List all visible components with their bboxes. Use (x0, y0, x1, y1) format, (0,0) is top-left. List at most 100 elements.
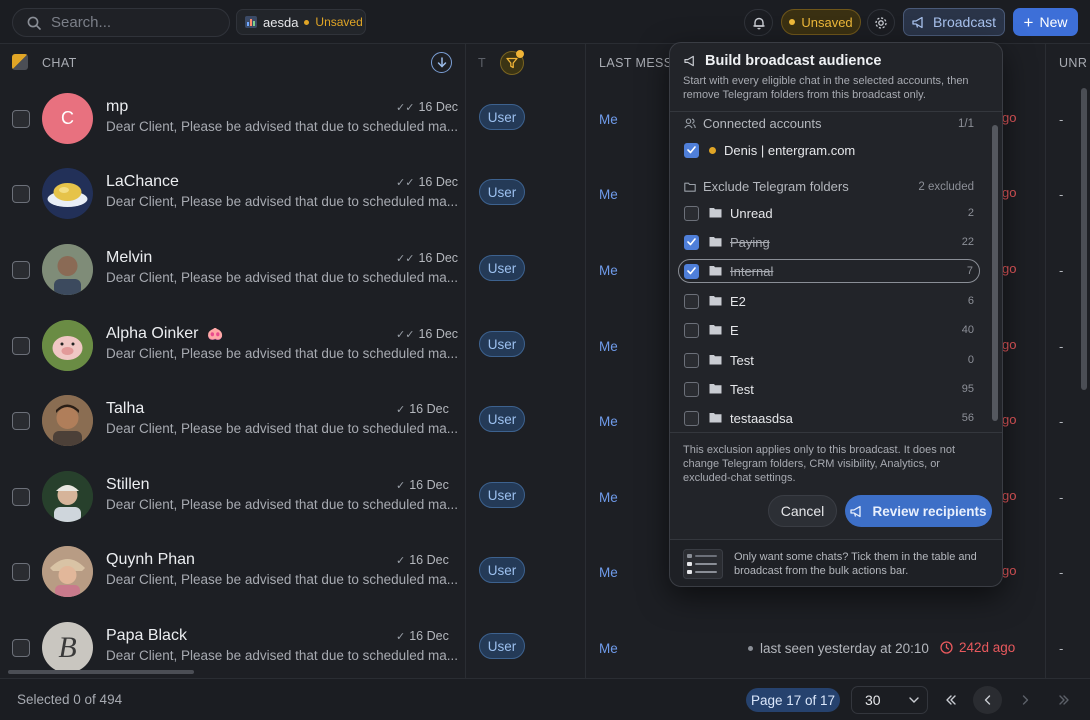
folder-option-paying[interactable]: Paying 22 (684, 230, 974, 254)
chat-name: LaChance (106, 173, 179, 190)
folder-count: 95 (961, 383, 974, 395)
folder-icon (709, 263, 722, 279)
type-badge: User (479, 557, 525, 583)
search-input[interactable] (51, 14, 211, 31)
last-seen-ago: 242d ago (940, 640, 1015, 655)
broadcast-button[interactable]: Broadcast (903, 8, 1005, 36)
page-size-select[interactable]: 30 (851, 686, 928, 714)
broadcast-audience-popover: Build broadcast audience Start with ever… (669, 42, 1003, 587)
last-seen-ago: go (1002, 412, 1017, 427)
folder-count: 2 (967, 207, 974, 219)
vertical-scrollbar[interactable] (1081, 88, 1087, 390)
folder-checkbox[interactable] (684, 410, 699, 426)
message-preview: Dear Client, Please be advised that due … (106, 346, 458, 361)
account-checkbox[interactable] (684, 142, 699, 158)
account-option[interactable]: Denis | entergram.com (684, 138, 974, 162)
avatar (42, 395, 93, 446)
column-header-type[interactable]: T (478, 56, 486, 70)
new-label: New (1039, 14, 1068, 30)
first-page-button[interactable] (936, 686, 965, 714)
message-preview: Dear Client, Please be advised that due … (106, 119, 458, 134)
unread-count: - (1059, 112, 1064, 127)
folder-option-test[interactable]: Test 0 (684, 348, 974, 372)
message-date: ✓✓ 16 Dec (396, 100, 458, 114)
exclude-folders-heading: Exclude Telegram folders 2 excluded (684, 179, 974, 194)
row-checkbox[interactable] (12, 110, 30, 128)
unread-count: - (1059, 414, 1064, 429)
avatar-initial: B (58, 630, 77, 664)
emoji-badge-icon: 🐽 (206, 326, 224, 341)
megaphone-icon (850, 505, 862, 517)
row-checkbox[interactable] (12, 337, 30, 355)
message-date: ✓✓ 16 Dec (396, 327, 458, 341)
saved-view-chip[interactable]: aesda Unsaved (236, 9, 366, 35)
last-page-button[interactable] (1049, 686, 1078, 714)
connected-accounts-heading: Connected accounts 1/1 (684, 116, 974, 131)
folder-count: 7 (966, 265, 973, 277)
prev-page-button[interactable] (973, 686, 1002, 714)
chart-icon (245, 16, 257, 28)
folder-icon (709, 322, 722, 338)
folder-option-e2[interactable]: E2 6 (684, 289, 974, 313)
select-all-checkbox[interactable] (12, 54, 28, 70)
date-text: 16 Dec (418, 251, 459, 265)
horizontal-scrollbar[interactable] (8, 670, 194, 674)
table-row[interactable]: B Papa Black ✓ 16 Dec Dear Client, Please… (0, 611, 1090, 686)
cancel-button[interactable]: Cancel (768, 495, 837, 527)
popover-title-text: Build broadcast audience (705, 53, 882, 69)
folder-option-unread[interactable]: Unread 2 (684, 201, 974, 225)
next-page-button[interactable] (1011, 686, 1040, 714)
folder-checkbox[interactable] (684, 234, 699, 250)
message-preview: Dear Client, Please be advised that due … (106, 270, 458, 285)
unsaved-pill[interactable]: Unsaved (781, 9, 861, 35)
folder-option-testaasdsa[interactable]: testaasdsa 56 (684, 406, 974, 430)
row-checkbox[interactable] (12, 185, 30, 203)
folder-checkbox[interactable] (684, 381, 699, 397)
users-icon (684, 118, 696, 129)
folder-option-internal[interactable]: Internal 7 (678, 259, 980, 283)
folder-checkbox[interactable] (684, 205, 699, 221)
folder-option-test-2[interactable]: Test 95 (684, 377, 974, 401)
avatar-initial: C (61, 108, 74, 128)
folder-checkbox[interactable] (684, 322, 699, 338)
double-check-icon: ✓✓ (396, 252, 415, 265)
folder-checkbox[interactable] (684, 352, 699, 368)
folder-label: Unread (730, 205, 773, 221)
unsaved-label: Unsaved (801, 14, 853, 30)
message-preview: Dear Client, Please be advised that due … (106, 194, 458, 209)
type-badge: User (479, 482, 525, 508)
avatar: B (42, 622, 93, 673)
last-sender: Me (599, 263, 618, 278)
page-size-value: 30 (865, 692, 881, 708)
column-header-unread[interactable]: UNR (1059, 56, 1087, 70)
folder-icon (709, 352, 722, 368)
chat-name: Stillen (106, 476, 150, 493)
row-checkbox[interactable] (12, 639, 30, 657)
filter-active-dot (516, 50, 524, 58)
date-text: 16 Dec (409, 629, 449, 643)
avatar-image (42, 546, 93, 597)
row-checkbox[interactable] (12, 261, 30, 279)
folder-checkbox[interactable] (684, 263, 699, 279)
offline-dot (748, 646, 753, 651)
row-checkbox[interactable] (12, 412, 30, 430)
last-sender: Me (599, 490, 618, 505)
bulk-actions-illustration-icon (683, 549, 723, 579)
gear-icon (875, 16, 887, 29)
sort-button[interactable] (431, 52, 452, 73)
review-recipients-button[interactable]: Review recipients (845, 495, 992, 527)
row-checkbox[interactable] (12, 488, 30, 506)
popover-scrollbar[interactable] (992, 125, 998, 421)
new-button[interactable]: + New (1013, 8, 1078, 36)
column-header-chat[interactable]: CHAT (42, 56, 77, 70)
row-checkbox[interactable] (12, 563, 30, 581)
last-seen-ago: go (1002, 261, 1017, 276)
date-text: 16 Dec (418, 175, 459, 189)
message-preview: Dear Client, Please be advised that due … (106, 648, 458, 663)
bell-icon (752, 17, 765, 29)
folder-checkbox[interactable] (684, 293, 699, 309)
folder-option-e[interactable]: E 40 (684, 318, 974, 342)
search-box[interactable] (12, 8, 230, 37)
notifications-button[interactable] (744, 9, 773, 36)
settings-button[interactable] (867, 9, 895, 36)
